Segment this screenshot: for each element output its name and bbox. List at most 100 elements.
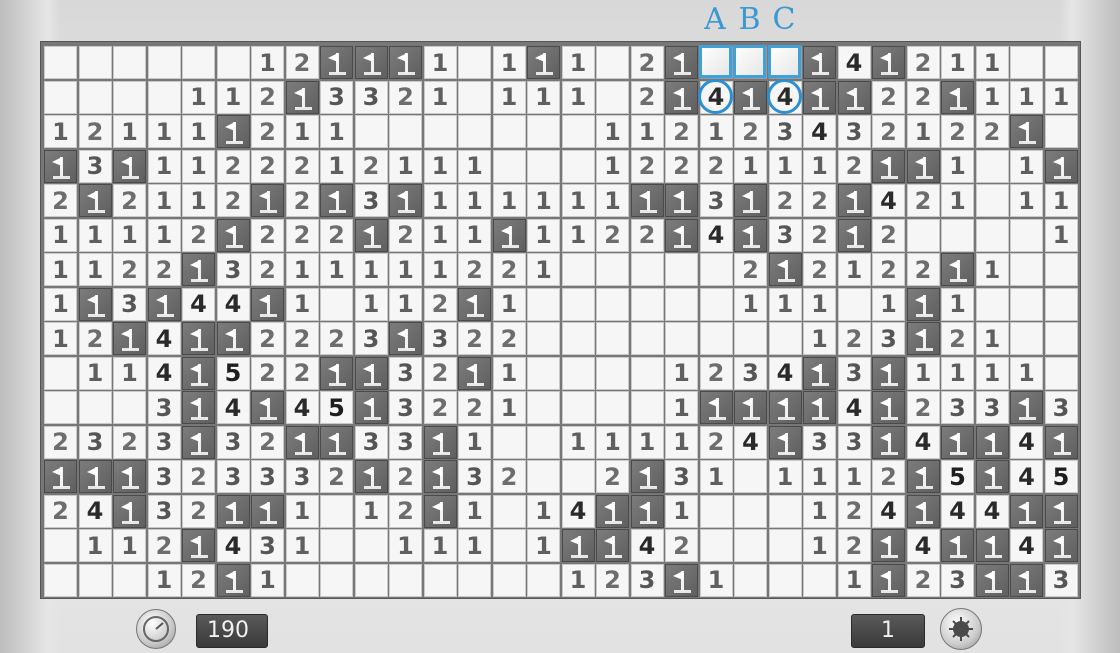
flagged-cell[interactable]: [699, 391, 733, 424]
revealed-cell[interactable]: 1: [285, 494, 319, 528]
revealed-cell[interactable]: [147, 46, 181, 79]
revealed-cell[interactable]: 1: [1044, 184, 1078, 217]
revealed-cell[interactable]: 1: [596, 425, 629, 459]
revealed-cell[interactable]: 2: [113, 253, 146, 286]
flagged-cell[interactable]: [182, 356, 215, 390]
revealed-cell[interactable]: 1: [975, 322, 1009, 355]
revealed-cell[interactable]: 1: [423, 184, 457, 217]
revealed-cell[interactable]: 2: [389, 494, 422, 528]
flagged-cell[interactable]: [1010, 494, 1043, 528]
revealed-cell[interactable]: 3: [1044, 563, 1078, 597]
revealed-cell[interactable]: 1: [941, 184, 974, 217]
revealed-cell[interactable]: [458, 80, 491, 114]
revealed-cell[interactable]: 2: [630, 218, 664, 252]
revealed-cell[interactable]: 3: [699, 184, 733, 217]
revealed-cell[interactable]: 2: [458, 253, 491, 286]
revealed-cell[interactable]: 4: [147, 356, 181, 390]
flagged-cell[interactable]: [423, 425, 457, 459]
revealed-cell[interactable]: [389, 563, 422, 597]
revealed-cell[interactable]: 3: [768, 218, 802, 252]
flagged-cell[interactable]: [216, 218, 250, 252]
revealed-cell[interactable]: [596, 80, 629, 114]
flagged-cell[interactable]: [665, 563, 698, 597]
flagged-cell[interactable]: [1010, 563, 1043, 597]
flagged-cell[interactable]: [216, 563, 250, 597]
revealed-cell[interactable]: 2: [285, 184, 319, 217]
revealed-cell[interactable]: 1: [975, 253, 1009, 286]
flagged-cell[interactable]: [596, 494, 629, 528]
revealed-cell[interactable]: [975, 218, 1009, 252]
revealed-cell[interactable]: [596, 356, 629, 390]
revealed-cell[interactable]: 2: [285, 218, 319, 252]
revealed-cell[interactable]: 1: [423, 218, 457, 252]
flagged-cell[interactable]: [147, 287, 181, 321]
revealed-cell[interactable]: [527, 115, 560, 148]
revealed-cell[interactable]: [423, 563, 457, 597]
revealed-cell[interactable]: 3: [768, 115, 802, 148]
revealed-cell[interactable]: 2: [251, 425, 284, 459]
revealed-cell[interactable]: 1: [492, 80, 526, 114]
revealed-cell[interactable]: [1044, 287, 1078, 321]
revealed-cell[interactable]: 1: [285, 287, 319, 321]
flagged-cell[interactable]: [872, 529, 905, 562]
flagged-cell[interactable]: [630, 184, 664, 217]
flagged-cell[interactable]: [906, 149, 940, 183]
revealed-cell[interactable]: 2: [423, 287, 457, 321]
revealed-cell[interactable]: 3: [941, 391, 974, 424]
revealed-cell[interactable]: 4: [837, 46, 871, 79]
flagged-cell[interactable]: [251, 184, 284, 217]
revealed-cell[interactable]: [320, 287, 353, 321]
revealed-cell[interactable]: 1: [113, 115, 146, 148]
revealed-cell[interactable]: 2: [906, 46, 940, 79]
revealed-cell[interactable]: 2: [251, 322, 284, 355]
revealed-cell[interactable]: 4: [837, 391, 871, 424]
revealed-cell[interactable]: [78, 46, 112, 79]
flagged-cell[interactable]: [734, 184, 767, 217]
revealed-cell[interactable]: 1: [1010, 356, 1043, 390]
revealed-cell[interactable]: 2: [182, 494, 215, 528]
revealed-cell[interactable]: 1: [803, 287, 836, 321]
flagged-cell[interactable]: [872, 563, 905, 597]
revealed-cell[interactable]: [665, 322, 698, 355]
flagged-cell[interactable]: [320, 184, 353, 217]
flagged-cell[interactable]: [44, 460, 77, 493]
revealed-cell[interactable]: 1: [78, 218, 112, 252]
revealed-cell[interactable]: 2: [320, 322, 353, 355]
revealed-cell[interactable]: 1: [113, 356, 146, 390]
flagged-cell[interactable]: [458, 287, 491, 321]
revealed-cell[interactable]: 2: [423, 391, 457, 424]
revealed-cell[interactable]: [423, 115, 457, 148]
revealed-cell[interactable]: 1: [147, 184, 181, 217]
revealed-cell[interactable]: 1: [182, 80, 215, 114]
revealed-cell[interactable]: [492, 115, 526, 148]
revealed-cell[interactable]: 1: [803, 322, 836, 355]
flagged-cell[interactable]: [78, 287, 112, 321]
flagged-cell[interactable]: [389, 46, 422, 79]
revealed-cell[interactable]: 1: [147, 218, 181, 252]
revealed-cell[interactable]: [734, 494, 767, 528]
revealed-cell[interactable]: 1: [561, 46, 595, 79]
revealed-cell[interactable]: 3: [389, 391, 422, 424]
flagged-cell[interactable]: [389, 184, 422, 217]
revealed-cell[interactable]: 1: [527, 494, 560, 528]
revealed-cell[interactable]: 1: [78, 253, 112, 286]
revealed-cell[interactable]: 2: [596, 460, 629, 493]
revealed-cell[interactable]: [320, 529, 353, 562]
revealed-cell[interactable]: 1: [596, 184, 629, 217]
flagged-cell[interactable]: [872, 46, 905, 79]
flagged-cell[interactable]: [78, 184, 112, 217]
revealed-cell[interactable]: [527, 356, 560, 390]
revealed-cell[interactable]: 1: [803, 494, 836, 528]
flagged-cell[interactable]: [941, 253, 974, 286]
revealed-cell[interactable]: 2: [906, 184, 940, 217]
flagged-cell[interactable]: [872, 149, 905, 183]
flagged-cell[interactable]: [665, 80, 698, 114]
revealed-cell[interactable]: 1: [561, 80, 595, 114]
revealed-cell[interactable]: 5: [320, 391, 353, 424]
revealed-cell[interactable]: 1: [941, 149, 974, 183]
revealed-cell[interactable]: 1: [44, 322, 77, 355]
revealed-cell[interactable]: 1: [354, 494, 388, 528]
revealed-cell[interactable]: 2: [906, 563, 940, 597]
flagged-cell[interactable]: [768, 425, 802, 459]
flagged-cell[interactable]: [665, 46, 698, 79]
